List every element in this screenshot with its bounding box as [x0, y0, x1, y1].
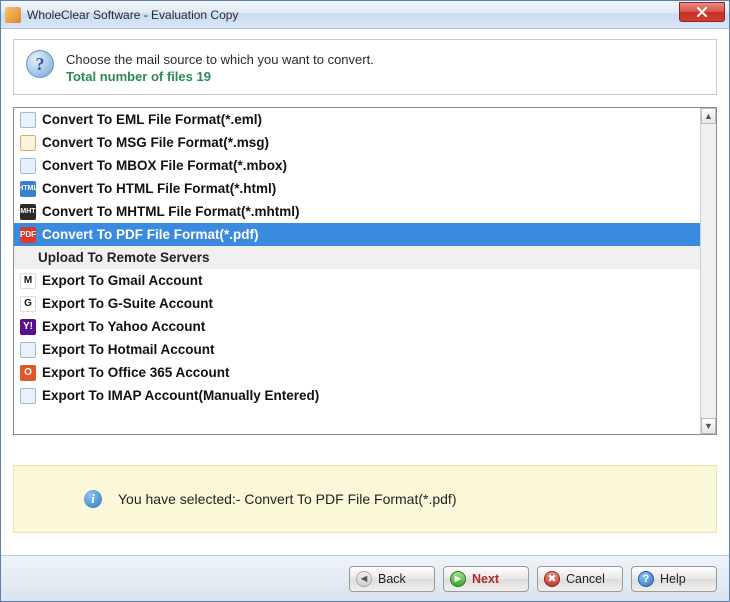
instruction-text: Choose the mail source to which you want… [66, 50, 374, 84]
next-arrow-icon: ► [450, 571, 466, 587]
list-item-label: Export To IMAP Account(Manually Entered) [42, 388, 319, 403]
close-icon [696, 7, 708, 17]
format-list-inner: Convert To EML File Format(*.eml) Convert… [14, 108, 700, 434]
msg-icon [20, 135, 36, 151]
mbox-icon [20, 158, 36, 174]
list-item-label: Convert To MBOX File Format(*.mbox) [42, 158, 287, 173]
app-icon [5, 7, 21, 23]
scroll-up-button[interactable]: ▲ [701, 108, 716, 124]
content-area: ? Choose the mail source to which you wa… [1, 29, 729, 555]
scroll-down-button[interactable]: ▼ [701, 418, 716, 434]
eml-icon [20, 112, 36, 128]
footer-bar: ◄ Back ► Next ✖ Cancel ? Help [1, 555, 729, 601]
list-group-header: Upload To Remote Servers [14, 246, 700, 269]
close-button[interactable] [679, 2, 725, 22]
html-icon: HTML [20, 181, 36, 197]
help-button[interactable]: ? Help [631, 566, 717, 592]
list-item[interactable]: M Export To Gmail Account [14, 269, 700, 292]
list-item-label: Convert To HTML File Format(*.html) [42, 181, 276, 196]
list-item-label: Convert To EML File Format(*.eml) [42, 112, 262, 127]
imap-icon [20, 388, 36, 404]
list-item-label: Upload To Remote Servers [38, 250, 210, 265]
window-title: WholeClear Software - Evaluation Copy [27, 8, 238, 22]
o365-icon: O [20, 365, 36, 381]
list-item[interactable]: Y! Export To Yahoo Account [14, 315, 700, 338]
list-item[interactable]: Convert To MBOX File Format(*.mbox) [14, 154, 700, 177]
format-list: Convert To EML File Format(*.eml) Convert… [13, 107, 717, 435]
list-item[interactable]: Export To IMAP Account(Manually Entered) [14, 384, 700, 407]
help-icon: ? [638, 571, 654, 587]
next-button-label: Next [472, 572, 499, 586]
list-item-label: Export To Office 365 Account [42, 365, 230, 380]
gmail-icon: M [20, 273, 36, 289]
list-item-label: Convert To MHTML File Format(*.mhtml) [42, 204, 300, 219]
scrollbar[interactable]: ▲ ▼ [700, 108, 716, 434]
app-window: WholeClear Software - Evaluation Copy ? … [0, 0, 730, 602]
cancel-button-label: Cancel [566, 572, 605, 586]
list-item[interactable]: Convert To MSG File Format(*.msg) [14, 131, 700, 154]
gsuite-icon: G [20, 296, 36, 312]
status-text: You have selected:- Convert To PDF File … [118, 491, 456, 507]
list-item-label: Export To Gmail Account [42, 273, 203, 288]
list-item-label: Export To Yahoo Account [42, 319, 205, 334]
list-item[interactable]: Convert To EML File Format(*.eml) [14, 108, 700, 131]
help-button-label: Help [660, 572, 686, 586]
instruction-line1: Choose the mail source to which you want… [66, 52, 374, 67]
pdf-icon: PDF [20, 227, 36, 243]
list-item[interactable]: G Export To G-Suite Account [14, 292, 700, 315]
list-item[interactable]: MHT Convert To MHTML File Format(*.mhtml) [14, 200, 700, 223]
list-item-label: Convert To MSG File Format(*.msg) [42, 135, 269, 150]
list-item-label: Export To Hotmail Account [42, 342, 215, 357]
list-item[interactable]: O Export To Office 365 Account [14, 361, 700, 384]
file-count-line: Total number of files 19 [66, 69, 374, 84]
yahoo-icon: Y! [20, 319, 36, 335]
question-icon: ? [26, 50, 54, 78]
mhtml-icon: MHT [20, 204, 36, 220]
list-item-label: Convert To PDF File Format(*.pdf) [42, 227, 259, 242]
instruction-panel: ? Choose the mail source to which you wa… [13, 39, 717, 95]
list-item[interactable]: HTML Convert To HTML File Format(*.html) [14, 177, 700, 200]
titlebar: WholeClear Software - Evaluation Copy [1, 1, 729, 29]
status-panel: i You have selected:- Convert To PDF Fil… [13, 465, 717, 533]
cancel-icon: ✖ [544, 571, 560, 587]
list-item-label: Export To G-Suite Account [42, 296, 213, 311]
info-icon: i [84, 490, 102, 508]
list-item[interactable]: PDF Convert To PDF File Format(*.pdf) [14, 223, 700, 246]
back-button-label: Back [378, 572, 406, 586]
back-arrow-icon: ◄ [356, 571, 372, 587]
next-button[interactable]: ► Next [443, 566, 529, 592]
back-button[interactable]: ◄ Back [349, 566, 435, 592]
list-item[interactable]: Export To Hotmail Account [14, 338, 700, 361]
hotmail-icon [20, 342, 36, 358]
cancel-button[interactable]: ✖ Cancel [537, 566, 623, 592]
